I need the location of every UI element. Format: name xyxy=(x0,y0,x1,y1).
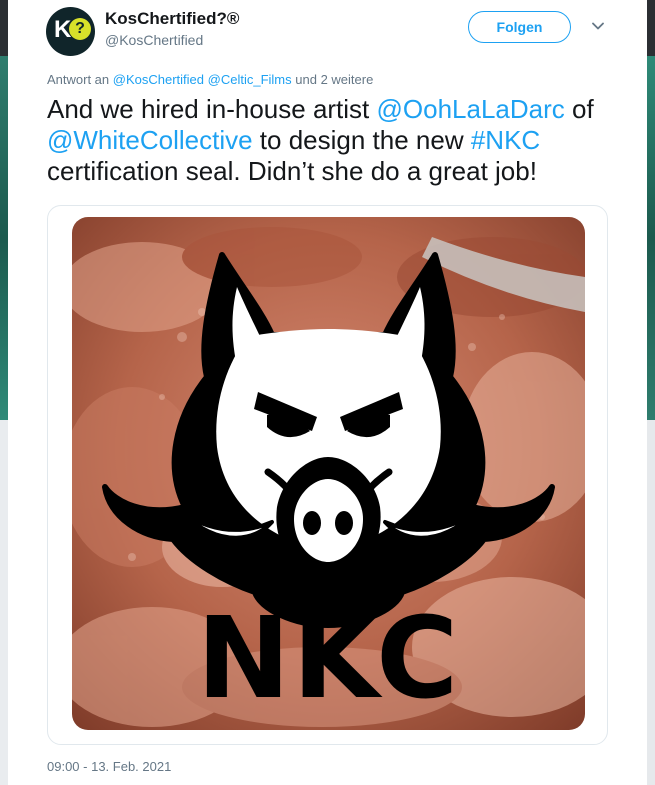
backdrop-right xyxy=(647,56,655,420)
tweet-text-part: of xyxy=(564,94,594,124)
backdrop-left xyxy=(0,56,8,420)
avatar[interactable]: K ? xyxy=(46,7,95,56)
reply-mention-celtic-films[interactable]: @Celtic_Films xyxy=(208,72,292,87)
reply-suffix[interactable]: und 2 weitere xyxy=(295,72,373,87)
handle[interactable]: @KosChertified xyxy=(105,32,203,48)
tweet-text-part: to design the new xyxy=(252,125,471,155)
media-container: NKC xyxy=(47,205,608,745)
display-name[interactable]: KosChertified?® xyxy=(105,9,239,29)
seal-text: NKC xyxy=(196,594,461,724)
mention-collective-link[interactable]: @WhiteCollective xyxy=(47,125,253,155)
tweet-image[interactable]: NKC xyxy=(72,217,585,730)
avatar-symbol: ? xyxy=(69,18,91,40)
follow-button[interactable]: Folgen xyxy=(468,11,571,43)
reply-prefix: Antwort an xyxy=(47,72,110,87)
backdrop-bottom-right xyxy=(647,420,655,785)
backdrop-bottom-left xyxy=(0,420,8,785)
tweet-text-part: certification seal. Didn’t she do a grea… xyxy=(47,156,537,186)
reply-context: Antwort an @KosChertified @Celtic_Films … xyxy=(47,72,373,87)
mention-artist-link[interactable]: @OohLaLaDarc xyxy=(377,94,565,124)
hashtag-link[interactable]: #NKC xyxy=(471,125,540,155)
tweet-card: K ? KosChertified?® @KosChertified Folge… xyxy=(8,0,647,785)
timestamp[interactable]: 09:00 - 13. Feb. 2021 xyxy=(47,759,171,774)
chevron-down-icon[interactable] xyxy=(592,20,604,32)
tweet-text: And we hired in-house artist @OohLaLaDar… xyxy=(47,94,622,187)
reply-mention-koschertified[interactable]: @KosChertified xyxy=(113,72,204,87)
tweet-text-part: And we hired in-house artist xyxy=(47,94,377,124)
